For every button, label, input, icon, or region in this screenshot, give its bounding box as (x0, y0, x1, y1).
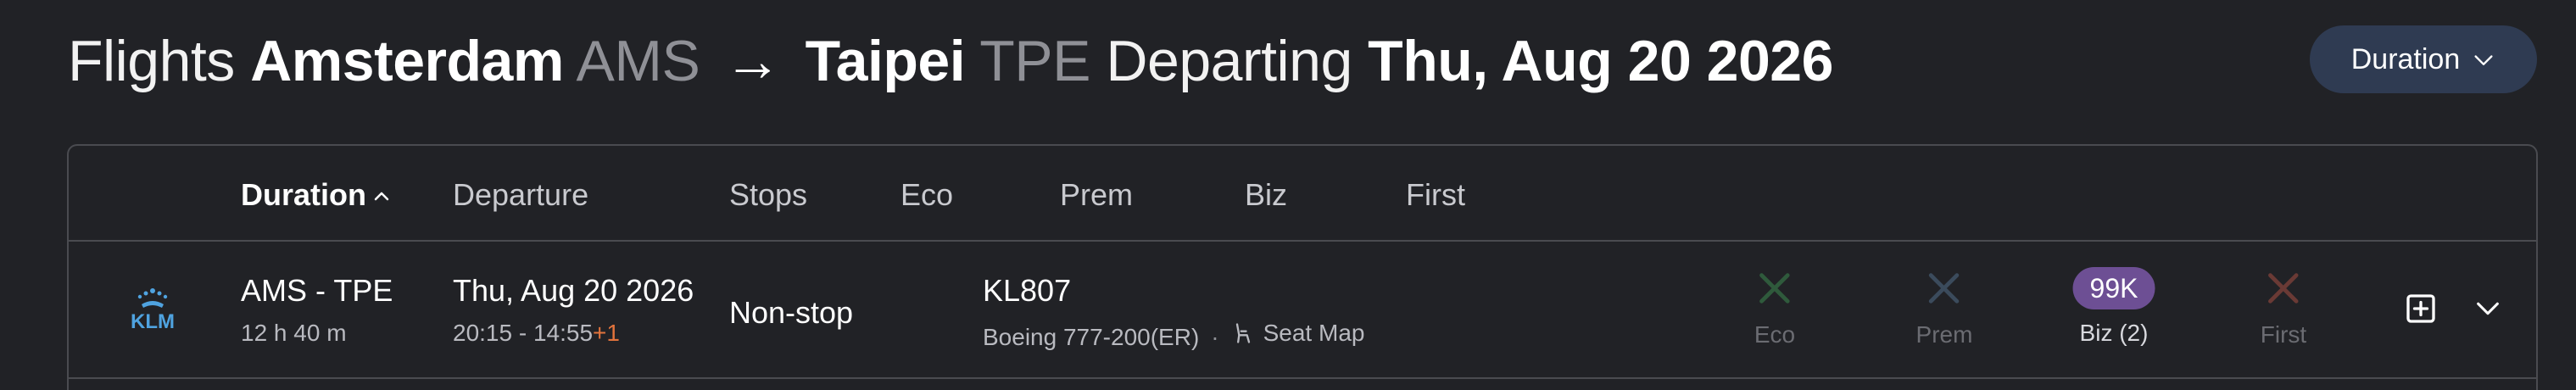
title-dest-city: Taipei (805, 29, 966, 93)
route-text: AMS - TPE (241, 273, 393, 308)
title-origin-code: AMS (576, 29, 700, 93)
sort-dropdown-label: Duration (2350, 42, 2461, 75)
column-header-first[interactable]: First (1406, 176, 1465, 214)
column-header-departure[interactable]: Departure (453, 176, 588, 214)
column-header-duration-label: Duration (241, 177, 366, 212)
x-unavailable-icon (2268, 273, 2299, 304)
day-offset-text: +1 (593, 320, 620, 346)
departure-times: 20:15 - 14:55+1 (453, 318, 620, 348)
chevron-down-icon (2474, 55, 2493, 66)
title-dest-code: TPE (979, 29, 1091, 93)
stops-text: Non-stop (729, 295, 854, 330)
column-header-stops[interactable]: Stops (729, 176, 807, 214)
separator-dot: · (1211, 324, 1219, 350)
title-flights-word: Flights (68, 29, 235, 93)
cabin-first-label: First (2260, 321, 2307, 348)
column-header-eco[interactable]: Eco (900, 176, 953, 214)
x-unavailable-icon (1759, 273, 1790, 304)
add-to-list-icon[interactable] (2404, 292, 2438, 326)
title-origin-city: Amsterdam (250, 29, 564, 93)
arrow-right-icon: → (723, 29, 782, 93)
cabin-prem-label: Prem (1915, 321, 1973, 348)
klm-logo-icon: KLM (131, 288, 175, 333)
x-unavailable-icon (1929, 273, 1960, 304)
table-header: Duration Departure Stops Eco Prem Biz Fi… (69, 146, 2536, 242)
sort-dropdown-button[interactable]: Duration (2310, 25, 2537, 93)
cabin-biz-label: Biz (2) (2079, 320, 2149, 346)
expand-chevron-down-icon[interactable] (2473, 294, 2502, 323)
title-departing-word: Departing (1106, 29, 1352, 93)
seat-map-link[interactable]: Seat Map (1231, 318, 1365, 348)
duration-text: 12 h 40 m (241, 320, 347, 346)
departure-times-text: 20:15 - 14:55 (453, 320, 594, 346)
flight-row[interactable]: KLM AMS - TPE 12 h 40 m Thu, Aug 20 2026… (69, 243, 2536, 379)
chevron-up-icon (374, 192, 389, 201)
biz-price-badge[interactable]: 99K (2072, 267, 2155, 309)
results-table: Duration Departure Stops Eco Prem Biz Fi… (67, 144, 2538, 390)
seat-map-label: Seat Map (1263, 320, 1365, 346)
column-header-prem[interactable]: Prem (1060, 176, 1133, 214)
aircraft-text: Boeing 777-200(ER) (983, 324, 1200, 350)
title-date: Thu, Aug 20 2026 (1368, 29, 1833, 93)
cabin-eco-label: Eco (1754, 321, 1796, 348)
flight-number-text: KL807 (983, 273, 1072, 308)
column-header-duration[interactable]: Duration (241, 176, 392, 214)
column-header-biz[interactable]: Biz (1245, 176, 1287, 214)
page-title: Flights Amsterdam AMS → Taipei TPE Depar… (68, 19, 1833, 103)
departure-date-text: Thu, Aug 20 2026 (453, 273, 694, 308)
aircraft-info: Boeing 777-200(ER) · Seat Map (983, 318, 1364, 353)
cabin-first: First (2261, 269, 2306, 350)
cabin-biz[interactable]: 99K Biz (2) (2072, 267, 2155, 348)
cabin-prem: Prem (1915, 269, 1973, 350)
seat-icon (1235, 323, 1250, 343)
flight-results-page: Flights Amsterdam AMS → Taipei TPE Depar… (0, 0, 2576, 390)
cabin-eco: Eco (1754, 269, 1795, 350)
klm-logo-text: KLM (131, 310, 175, 333)
